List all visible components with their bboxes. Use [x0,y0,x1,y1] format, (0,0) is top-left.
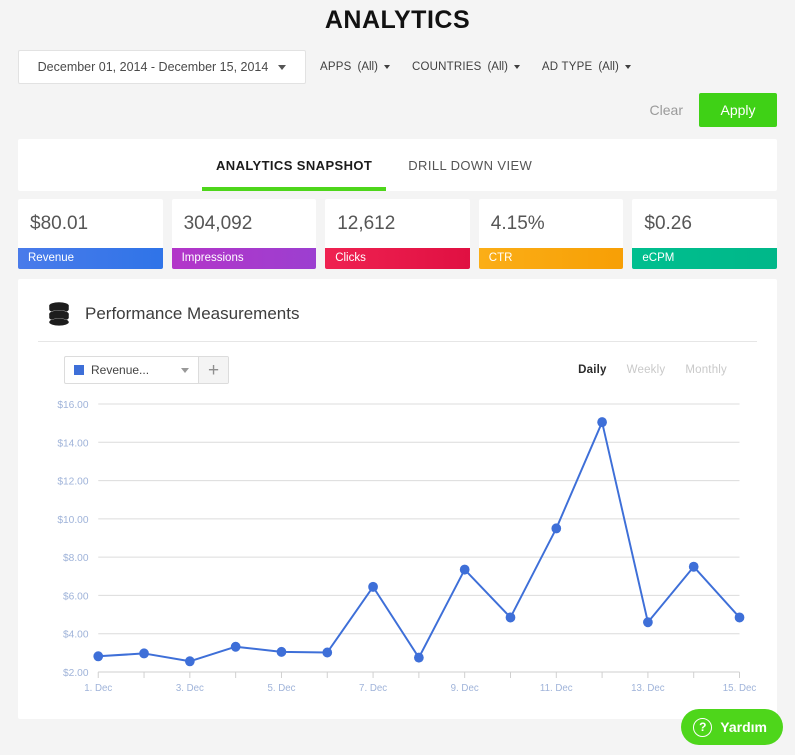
filter-countries[interactable]: COUNTRIES (All) [412,61,520,73]
filter-ad-type[interactable]: AD TYPE (All) [542,61,631,73]
svg-text:3. Dec: 3. Dec [176,683,204,694]
add-series-button[interactable]: + [198,357,228,383]
clear-button[interactable]: Clear [650,102,683,118]
kpi-value-ctr: 4.15% [490,213,545,234]
svg-text:$2.00: $2.00 [63,668,89,679]
kpi-value-impressions: 304,092 [183,213,253,234]
chart-toolbar: Revenue... + Daily Weekly Monthly [38,342,757,384]
tab-analytics-snapshot[interactable]: ANALYTICS SNAPSHOT [198,139,390,191]
svg-text:1. Dec: 1. Dec [84,683,112,694]
help-button-label: Yardım [720,719,767,735]
chevron-down-icon [278,64,287,70]
filter-dropdowns: APPS (All) COUNTRIES (All) AD TYPE (All) [320,61,631,73]
filter-bar: December 01, 2014 - December 15, 2014 AP… [0,45,795,89]
filter-countries-value: (All) [487,61,508,73]
filter-apps[interactable]: APPS (All) [320,61,390,73]
granularity-weekly[interactable]: Weekly [627,364,666,376]
kpi-label-clicks: Clicks [325,248,470,269]
filter-apps-label: APPS [320,61,352,73]
tab-bar: ANALYTICS SNAPSHOT DRILL DOWN VIEW [18,139,777,191]
filter-ad-type-label: AD TYPE [541,61,593,73]
chart-canvas: $2.00 $4.00 $6.00 $8.00 $10.00 $12.00 $14.00 $1… [57,400,757,694]
kpi-label-impressions: Impressions [171,248,317,269]
kpi-card-revenue[interactable]: $80.01 Revenue [18,199,163,269]
database-icon [49,302,69,326]
filter-actions: Clear Apply [0,89,795,131]
series-selector-label: Revenue... [91,363,150,377]
series-color-swatch [74,365,84,375]
tab-drill-down-view[interactable]: DRILL DOWN VIEW [390,139,550,191]
help-button[interactable]: ? Yardım [681,709,783,745]
kpi-card-ecpm[interactable]: $0.26 eCPM [632,199,777,269]
line-chart: $2.00 $4.00 $6.00 $8.00 $10.00 $12.00 $14.00 $1… [38,396,757,708]
page-title: ANALYTICS [324,6,471,34]
kpi-card-ctr[interactable]: 4.15% CTR [478,199,624,269]
kpi-value-clicks: 12,612 [337,213,396,234]
panel-header: Performance Measurements [38,295,757,342]
kpi-value-revenue: $80.01 [30,213,89,234]
svg-text:7. Dec: 7. Dec [359,683,387,694]
chevron-down-icon [181,367,189,373]
apply-button[interactable]: Apply [699,93,777,127]
filter-countries-label: COUNTRIES [411,61,482,73]
kpi-cards: $80.01 Revenue 304,092 Impressions 12,61… [0,191,795,269]
date-range-value: December 01, 2014 - December 15, 2014 [37,60,269,74]
svg-text:13. Dec: 13. Dec [631,683,665,694]
kpi-label-ecpm: eCPM [632,248,777,269]
panel-title: Performance Measurements [85,304,300,323]
chevron-down-icon [383,65,390,69]
tab-analytics-snapshot-label: ANALYTICS SNAPSHOT [216,157,373,173]
granularity-toggle: Daily Weekly Monthly [578,364,757,376]
series-selector[interactable]: Revenue... + [64,356,229,384]
svg-text:$8.00: $8.00 [63,553,89,564]
svg-text:$4.00: $4.00 [63,630,89,641]
svg-text:11. Dec: 11. Dec [540,683,573,694]
granularity-monthly[interactable]: Monthly [685,364,727,376]
kpi-card-clicks[interactable]: 12,612 Clicks [325,199,470,269]
performance-chart-panel: Performance Measurements Revenue... + Da… [18,279,777,719]
svg-text:15. Dec: 15. Dec [723,683,757,694]
svg-text:5. Dec: 5. Dec [267,683,295,694]
date-range-picker[interactable]: December 01, 2014 - December 15, 2014 [18,50,306,84]
filter-apps-value: (All) [357,61,378,73]
kpi-card-impressions[interactable]: 304,092 Impressions [171,199,317,269]
series-selector-value[interactable]: Revenue... [65,357,167,383]
svg-text:9. Dec: 9. Dec [451,683,479,694]
series-selector-dropdown[interactable] [167,357,198,383]
svg-text:$6.00: $6.00 [63,591,89,602]
filter-ad-type-value: (All) [598,61,619,73]
granularity-daily[interactable]: Daily [578,364,607,376]
svg-text:$12.00: $12.00 [57,476,88,487]
kpi-value-ecpm: $0.26 [644,213,692,234]
svg-text:$16.00: $16.00 [57,400,88,411]
tab-drill-down-view-label: DRILL DOWN VIEW [408,157,533,173]
question-mark-icon: ? [693,717,713,737]
svg-text:$14.00: $14.00 [57,438,88,449]
chevron-down-icon [513,65,520,69]
chevron-down-icon [624,65,631,69]
kpi-label-ctr: CTR [478,248,624,269]
svg-text:$10.00: $10.00 [57,515,88,526]
kpi-label-revenue: Revenue [18,248,163,269]
